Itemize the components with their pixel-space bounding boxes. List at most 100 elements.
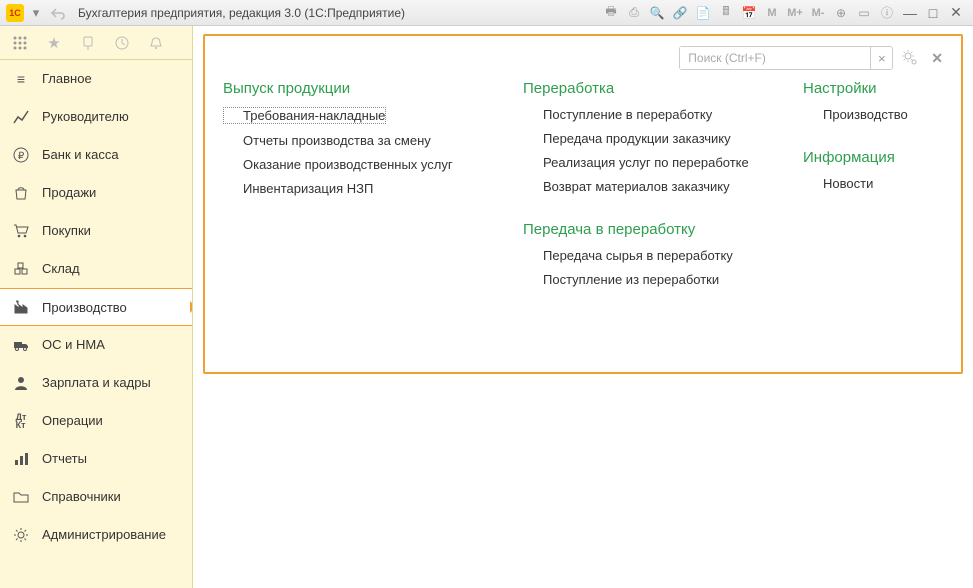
sidebar-item-manager[interactable]: Руководителю xyxy=(0,98,192,136)
section-processing: Переработка Поступление в переработку Пе… xyxy=(523,80,763,203)
sidebar-item-label: Справочники xyxy=(42,489,121,504)
sidebar-item-label: Главное xyxy=(42,71,92,86)
column-processing: Переработка Поступление в переработку Пе… xyxy=(523,80,763,314)
apps-grid-icon[interactable] xyxy=(6,31,34,55)
link-news[interactable]: Новости xyxy=(803,176,943,191)
sidebar-item-assets[interactable]: ОС и НМА xyxy=(0,326,192,364)
plus-icon[interactable]: ⊕ xyxy=(830,4,852,22)
search-input[interactable] xyxy=(680,47,870,69)
history-back-icon[interactable] xyxy=(48,4,68,22)
windows-icon[interactable]: ▭ xyxy=(853,4,875,22)
sidebar-item-sales[interactable]: Продажи xyxy=(0,174,192,212)
clock-icon[interactable] xyxy=(108,31,136,55)
settings-gear-icon[interactable] xyxy=(901,49,919,67)
app-logo: 1C xyxy=(6,4,24,22)
print-icon[interactable]: 🖶 xyxy=(600,4,622,22)
sidebar-item-production[interactable]: Производство xyxy=(0,288,192,326)
sidebar-item-label: Операции xyxy=(42,413,103,428)
sidebar-item-label: Администрирование xyxy=(42,527,166,542)
close-window-button[interactable]: ✕ xyxy=(945,4,967,22)
section-heading[interactable]: Выпуск продукции xyxy=(223,80,483,97)
dtk-icon: ДтКт xyxy=(12,412,30,430)
minimize-button[interactable]: — xyxy=(899,4,921,22)
sidebar-item-main[interactable]: ≡ Главное xyxy=(0,60,192,98)
mem-m-button[interactable]: M xyxy=(761,4,783,22)
svg-text:₽: ₽ xyxy=(18,151,25,162)
folder-icon xyxy=(12,488,30,506)
link-shift-reports[interactable]: Отчеты производства за смену xyxy=(223,133,483,148)
section-output: Выпуск продукции Требования-накладные От… xyxy=(223,80,483,205)
section-heading[interactable]: Информация xyxy=(803,149,943,166)
top-controls: × ✕ xyxy=(679,46,947,70)
section-information: Информация Новости xyxy=(803,149,943,200)
chart-up-icon xyxy=(12,108,30,126)
cart-icon xyxy=(12,222,30,240)
sidebar-items: ≡ Главное Руководителю ₽ Банк и касса Пр xyxy=(0,60,192,588)
sidebar-item-purchases[interactable]: Покупки xyxy=(0,212,192,250)
link-return-materials[interactable]: Возврат материалов заказчику xyxy=(523,179,763,194)
dropdown-icon[interactable]: ▾ xyxy=(26,4,46,22)
mem-mminus-button[interactable]: M- xyxy=(807,4,829,22)
link-transfer-customer[interactable]: Передача продукции заказчику xyxy=(523,131,763,146)
window-title: Бухгалтерия предприятия, редакция 3.0 (1… xyxy=(78,6,405,20)
link-icon[interactable]: 🔗 xyxy=(669,4,691,22)
titlebar-right: 🖶 ⎙ 🔍 🔗 📄 🖩 📅 M M+ M- ⊕ ▭ ⓘ — □ ✕ xyxy=(600,4,967,22)
bag-icon xyxy=(12,184,30,202)
link-services[interactable]: Оказание производственных услуг xyxy=(223,157,483,172)
calendar-icon[interactable]: 📅 xyxy=(738,4,760,22)
sidebar-item-label: Отчеты xyxy=(42,451,87,466)
gear-icon xyxy=(12,526,30,544)
sidebar-item-admin[interactable]: Администрирование xyxy=(0,516,192,554)
link-receipt-processing[interactable]: Поступление в переработку xyxy=(523,107,763,122)
printer2-icon[interactable]: ⎙ xyxy=(623,4,645,22)
section-heading[interactable]: Передача в переработку xyxy=(523,221,763,238)
maximize-button[interactable]: □ xyxy=(922,4,944,22)
sidebar-item-references[interactable]: Справочники xyxy=(0,478,192,516)
factory-icon xyxy=(12,298,30,316)
sidebar-item-reports[interactable]: Отчеты xyxy=(0,440,192,478)
sidebar-item-label: Покупки xyxy=(42,223,91,238)
content-area: × ✕ Выпуск продукции Требования-накладны… xyxy=(193,26,973,588)
star-icon[interactable]: ★ xyxy=(40,31,68,55)
calc-icon[interactable]: 🖩 xyxy=(715,4,737,22)
sidebar-item-label: Банк и касса xyxy=(42,147,119,162)
link-production-settings[interactable]: Производство xyxy=(803,107,943,122)
boxes-icon xyxy=(12,260,30,278)
sidebar-item-label: Руководителю xyxy=(42,109,129,124)
search-box: × xyxy=(679,46,893,70)
pin-icon[interactable] xyxy=(74,31,102,55)
titlebar: 1C ▾ Бухгалтерия предприятия, редакция 3… xyxy=(0,0,973,26)
column-settings: Настройки Производство Информация Новост… xyxy=(803,80,943,314)
content-columns: Выпуск продукции Требования-накладные От… xyxy=(223,80,943,314)
content-frame: × ✕ Выпуск продукции Требования-накладны… xyxy=(203,34,963,374)
search-icon[interactable]: 🔍 xyxy=(646,4,668,22)
search-clear-button[interactable]: × xyxy=(870,47,892,69)
app-body: ★ ≡ Главное Руководителю xyxy=(0,26,973,588)
section-heading[interactable]: Настройки xyxy=(803,80,943,97)
sidebar-item-operations[interactable]: ДтКт Операции xyxy=(0,402,192,440)
section-settings: Настройки Производство xyxy=(803,80,943,131)
section-transfer-processing: Передача в переработку Передача сырья в … xyxy=(523,221,763,296)
link-receipt-from-processing[interactable]: Поступление из переработки xyxy=(523,272,763,287)
section-heading[interactable]: Переработка xyxy=(523,80,763,97)
bars-icon xyxy=(12,450,30,468)
link-inventory-nzp[interactable]: Инвентаризация НЗП xyxy=(223,181,483,196)
titlebar-left: 1C ▾ Бухгалтерия предприятия, редакция 3… xyxy=(6,4,405,22)
info-icon[interactable]: ⓘ xyxy=(876,4,898,22)
link-requirements[interactable]: Требования-накладные xyxy=(223,107,386,124)
link-service-sale[interactable]: Реализация услуг по переработке xyxy=(523,155,763,170)
mem-mplus-button[interactable]: M+ xyxy=(784,4,806,22)
link-transfer-raw[interactable]: Передача сырья в переработку xyxy=(523,248,763,263)
sidebar-item-label: Зарплата и кадры xyxy=(42,375,151,390)
sidebar-item-label: ОС и НМА xyxy=(42,337,105,352)
bell-icon[interactable] xyxy=(142,31,170,55)
person-icon xyxy=(12,374,30,392)
doc-icon[interactable]: 📄 xyxy=(692,4,714,22)
sidebar-item-warehouse[interactable]: Склад xyxy=(0,250,192,288)
sidebar-item-bank[interactable]: ₽ Банк и касса xyxy=(0,136,192,174)
truck-icon xyxy=(12,336,30,354)
sidebar-item-label: Производство xyxy=(42,300,127,315)
panel-close-button[interactable]: ✕ xyxy=(927,50,947,67)
column-output: Выпуск продукции Требования-накладные От… xyxy=(223,80,483,314)
sidebar-item-salary[interactable]: Зарплата и кадры xyxy=(0,364,192,402)
